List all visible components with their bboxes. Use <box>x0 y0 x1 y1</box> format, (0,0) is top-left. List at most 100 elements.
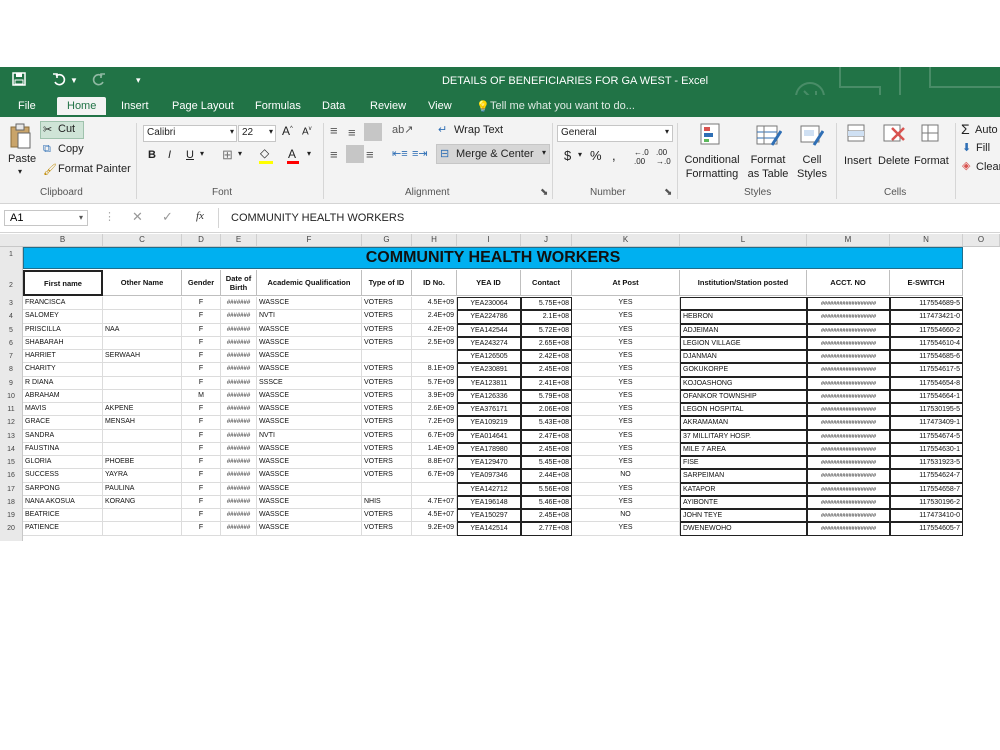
table-cell[interactable]: ####### <box>221 363 257 377</box>
table-cell[interactable]: 2.45E+08 <box>521 442 572 456</box>
table-cell[interactable]: YES <box>572 323 680 337</box>
table-cell[interactable]: ####### <box>221 429 257 443</box>
table-cell[interactable]: F <box>182 509 221 523</box>
table-cell[interactable]: ################## <box>807 297 890 311</box>
table-cell[interactable]: DJANMAN <box>680 350 807 364</box>
table-cell[interactable]: 117531923-5 <box>890 456 963 470</box>
table-cell[interactable]: WASSCE <box>257 482 362 496</box>
column-header[interactable]: K <box>572 234 680 246</box>
table-cell[interactable]: WASSCE <box>257 363 362 377</box>
dialog-launcher-icon[interactable]: ⬊ <box>540 187 548 198</box>
table-cell[interactable]: AYIBONTE <box>680 495 807 509</box>
table-cell[interactable]: F <box>182 442 221 456</box>
table-cell[interactable]: VOTERS <box>362 469 412 483</box>
table-cell[interactable]: ####### <box>221 403 257 417</box>
table-cell[interactable]: VOTERS <box>362 442 412 456</box>
conditional-formatting-button[interactable]: Conditional Formatting <box>684 153 740 181</box>
tab-page-layout[interactable]: Page Layout <box>172 100 234 112</box>
row-header[interactable]: 12 <box>0 419 22 426</box>
column-header[interactable]: C <box>103 234 182 246</box>
table-cell[interactable]: YES <box>572 429 680 443</box>
table-cell[interactable]: F <box>182 310 221 324</box>
table-cell[interactable] <box>103 522 182 536</box>
table-cell[interactable]: F <box>182 350 221 364</box>
table-cell[interactable]: 4.5E+09 <box>412 297 457 311</box>
table-cell[interactable]: WASSCE <box>257 336 362 350</box>
table-cell[interactable]: LEGON HOSPITAL <box>680 403 807 417</box>
table-cell[interactable] <box>103 336 182 350</box>
worksheet-grid[interactable]: BCDEFGHIJKLMNO 1 2 3 4 5 6 7 8 9 10 11 12 13 14 15 16 17… <box>0 234 1000 541</box>
table-cell[interactable]: 2.45E+08 <box>521 509 572 523</box>
table-cell[interactable]: 7.2E+09 <box>412 416 457 430</box>
table-cell[interactable]: ################## <box>807 323 890 337</box>
column-header[interactable]: I <box>457 234 521 246</box>
table-cell[interactable]: YEA129470 <box>457 456 521 470</box>
dialog-launcher-icon[interactable]: ⬊ <box>664 187 672 198</box>
table-cell[interactable]: WASSCE <box>257 469 362 483</box>
cancel-entry-icon[interactable]: ✕ <box>132 209 143 225</box>
column-header[interactable]: F <box>257 234 362 246</box>
table-cell[interactable]: ####### <box>221 336 257 350</box>
table-cell[interactable]: F <box>182 323 221 337</box>
table-cell[interactable]: VOTERS <box>362 323 412 337</box>
row-header[interactable]: 8 <box>0 366 22 373</box>
table-cell[interactable]: YEA126505 <box>457 350 521 364</box>
table-cell[interactable]: ################## <box>807 442 890 456</box>
table-cell[interactable]: ################## <box>807 376 890 390</box>
table-cell[interactable]: SUCCESS <box>23 469 103 483</box>
table-cell[interactable]: KATAPOR <box>680 482 807 496</box>
table-cell[interactable]: YEA243274 <box>457 336 521 350</box>
table-cell[interactable]: 2.42E+08 <box>521 350 572 364</box>
column-title-cell[interactable]: Gender <box>182 270 221 296</box>
table-cell[interactable]: YEA123811 <box>457 376 521 390</box>
table-cell[interactable]: WASSCE <box>257 495 362 509</box>
format-as-table-button[interactable]: Format as Table <box>744 153 792 181</box>
table-cell[interactable]: 2.65E+08 <box>521 336 572 350</box>
row-header[interactable]: 9 <box>0 380 22 387</box>
table-cell[interactable]: VOTERS <box>362 522 412 536</box>
table-cell[interactable]: ################## <box>807 469 890 483</box>
table-cell[interactable]: 2.47E+08 <box>521 429 572 443</box>
row-header[interactable]: 16 <box>0 472 22 479</box>
table-cell[interactable]: YEA224786 <box>457 310 521 324</box>
format-painter-button[interactable]: Format Painter <box>58 163 131 175</box>
align-bottom-icon[interactable] <box>364 123 382 141</box>
row-header[interactable]: 5 <box>0 327 22 334</box>
table-cell[interactable]: ####### <box>221 482 257 496</box>
tab-file[interactable]: File <box>18 100 36 112</box>
table-cell[interactable]: 3.9E+09 <box>412 389 457 403</box>
table-cell[interactable]: NANA AKOSUA <box>23 495 103 509</box>
table-cell[interactable]: WASSCE <box>257 456 362 470</box>
table-cell[interactable]: ####### <box>221 442 257 456</box>
table-cell[interactable]: YES <box>572 522 680 536</box>
table-cell[interactable]: ABRAHAM <box>23 389 103 403</box>
table-cell[interactable]: 5.7E+09 <box>412 376 457 390</box>
paste-dropdown-icon[interactable]: ▾ <box>18 167 22 176</box>
format-cells-button[interactable]: Format <box>914 155 949 167</box>
cell-styles-button[interactable]: Cell Styles <box>794 153 830 181</box>
column-header[interactable]: J <box>521 234 572 246</box>
table-cell[interactable]: PAULINA <box>103 482 182 496</box>
table-cell[interactable]: ################## <box>807 389 890 403</box>
row-header[interactable]: 18 <box>0 499 22 506</box>
table-cell[interactable]: 2.1E+08 <box>521 310 572 324</box>
decrease-font-icon[interactable]: Av <box>302 126 312 137</box>
table-cell[interactable]: F <box>182 495 221 509</box>
table-cell[interactable]: WASSCE <box>257 323 362 337</box>
column-title-cell[interactable]: Type of ID <box>362 270 412 296</box>
table-cell[interactable] <box>680 297 807 311</box>
table-cell[interactable]: ################## <box>807 456 890 470</box>
table-cell[interactable] <box>103 297 182 311</box>
autosum-button[interactable]: Auto <box>975 124 998 136</box>
underline-icon[interactable]: U <box>186 149 194 161</box>
table-cell[interactable]: 8.8E+07 <box>412 456 457 470</box>
column-title-cell[interactable]: ACCT. NO <box>807 270 890 296</box>
table-cell[interactable]: YEA097346 <box>457 469 521 483</box>
table-cell[interactable]: HEBRON <box>680 310 807 324</box>
table-cell[interactable] <box>362 482 412 496</box>
table-cell[interactable]: 4.2E+09 <box>412 323 457 337</box>
table-cell[interactable]: ####### <box>221 522 257 536</box>
table-cell[interactable]: WASSCE <box>257 403 362 417</box>
table-cell[interactable]: VOTERS <box>362 403 412 417</box>
table-cell[interactable]: ADJEIMAN <box>680 323 807 337</box>
